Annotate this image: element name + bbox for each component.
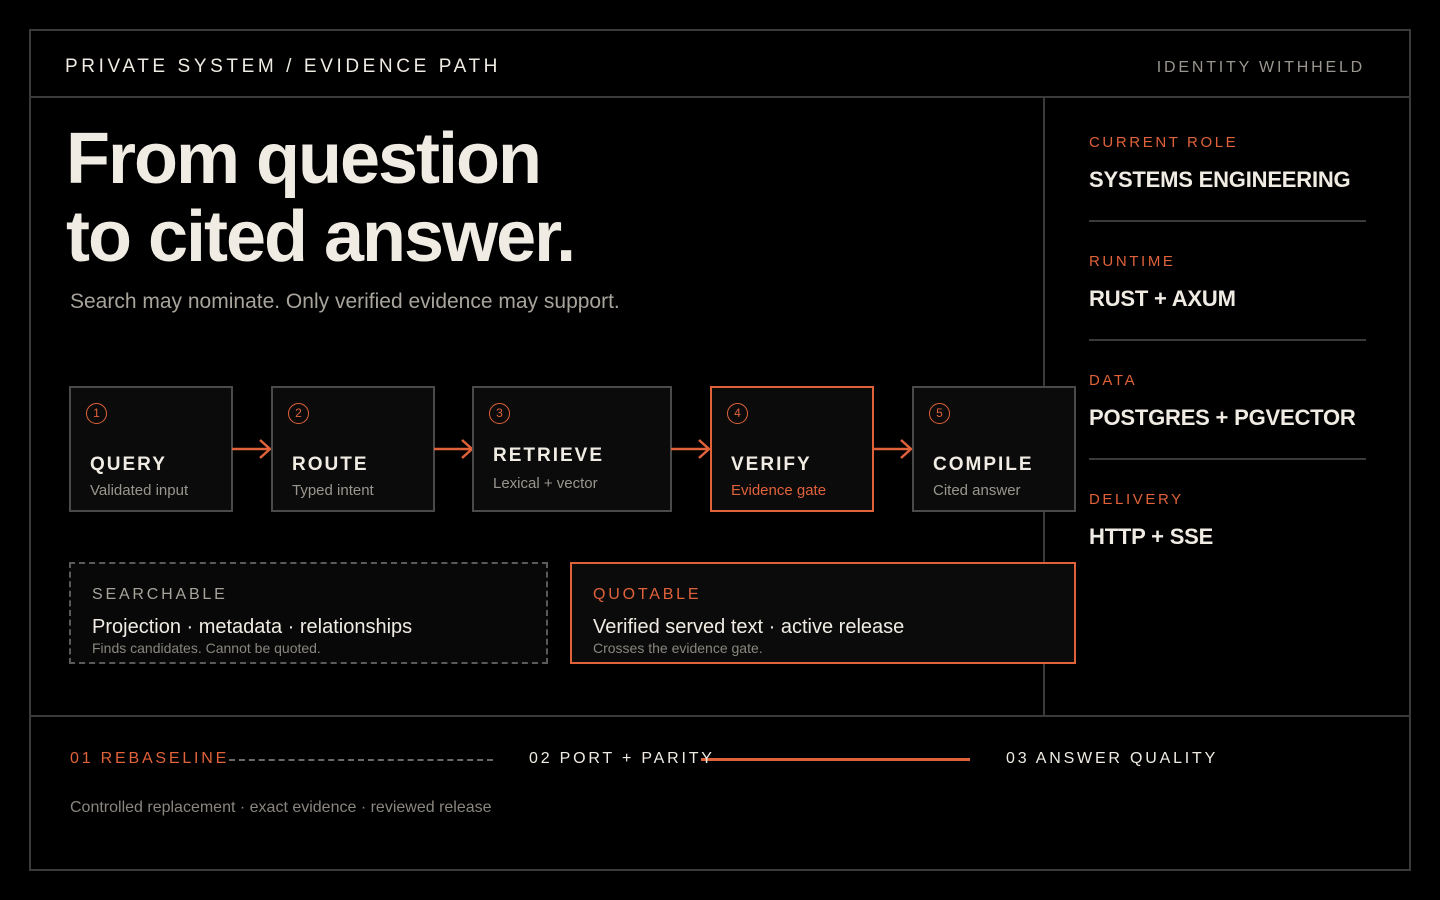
sidebar-role: CURRENT ROLE SYSTEMS ENGINEERING <box>1089 134 1366 193</box>
quotable-panel: QUOTABLE Verified served text · active r… <box>570 562 1076 664</box>
header-title: PRIVATE SYSTEM / EVIDENCE PATH <box>65 56 501 77</box>
header-divider <box>29 96 1411 98</box>
arrow-right-icon <box>232 439 272 459</box>
step-number-badge: 2 <box>288 403 309 424</box>
sidebar-label: DELIVERY <box>1089 491 1184 508</box>
quotable-sub: Crosses the evidence gate. <box>593 640 763 656</box>
hero-subtitle: Search may nominate. Only verified evide… <box>70 290 620 313</box>
step-name: ROUTE <box>292 454 369 475</box>
step-verify: 4 VERIFY Evidence gate <box>710 386 874 512</box>
sidebar-data: DATA POSTGRES + PGVECTOR <box>1089 372 1366 431</box>
step-retrieve: 3 RETRIEVE Lexical + vector <box>472 386 672 512</box>
step-number-badge: 5 <box>929 403 950 424</box>
sidebar-value: HTTP + SSE <box>1089 524 1214 549</box>
sidebar-label: RUNTIME <box>1089 253 1176 270</box>
step-compile: 5 COMPILE Cited answer <box>912 386 1076 512</box>
sidebar-value: SYSTEMS ENGINEERING <box>1089 167 1351 192</box>
arrow-right-icon <box>873 439 913 459</box>
step-description: Lexical + vector <box>493 475 598 492</box>
quotable-title: QUOTABLE <box>593 586 702 603</box>
phase-solid-connector <box>701 758 970 761</box>
hero-line-2: to cited answer. <box>66 197 576 277</box>
phase-port-parity: 02 PORT + PARITY <box>529 750 715 767</box>
step-description: Evidence gate <box>731 482 827 499</box>
arrow-right-icon <box>434 439 474 459</box>
sidebar-delivery: DELIVERY HTTP + SSE <box>1089 491 1366 550</box>
sidebar-label: DATA <box>1089 372 1138 389</box>
sidebar-label: CURRENT ROLE <box>1089 134 1239 151</box>
hero-line-1: From question <box>66 119 542 199</box>
sidebar-value: POSTGRES + PGVECTOR <box>1089 405 1356 430</box>
sidebar-runtime: RUNTIME RUST + AXUM <box>1089 253 1366 312</box>
step-number-badge: 3 <box>489 403 510 424</box>
sidebar-separator <box>1089 339 1366 341</box>
sidebar-value: RUST + AXUM <box>1089 286 1236 311</box>
step-name: RETRIEVE <box>493 445 605 466</box>
step-description: Cited answer <box>933 482 1021 499</box>
step-name: COMPILE <box>933 454 1034 475</box>
searchable-title: SEARCHABLE <box>92 586 228 603</box>
step-number-badge: 1 <box>86 403 107 424</box>
quotable-main: Verified served text · active release <box>593 616 905 638</box>
header-identity: IDENTITY WITHHELD <box>1156 59 1365 76</box>
hero-headline: From question to cited answer. <box>66 119 576 277</box>
step-name: QUERY <box>90 454 167 475</box>
searchable-main: Projection · metadata · relationships <box>92 616 413 638</box>
phase-answer-quality: 03 ANSWER QUALITY <box>1006 750 1219 767</box>
arrow-right-icon <box>671 439 711 459</box>
sidebar-separator <box>1089 220 1366 222</box>
phase-footnote: Controlled replacement · exact evidence … <box>70 799 492 816</box>
phase-dashed-connector <box>229 759 493 761</box>
step-description: Validated input <box>90 482 189 499</box>
step-query: 1 QUERY Validated input <box>69 386 233 512</box>
step-route: 2 ROUTE Typed intent <box>271 386 435 512</box>
step-description: Typed intent <box>292 482 374 499</box>
step-name: VERIFY <box>731 454 812 475</box>
searchable-panel: SEARCHABLE Projection · metadata · relat… <box>69 562 548 664</box>
sidebar-separator <box>1089 458 1366 460</box>
footer-divider <box>29 715 1411 717</box>
step-number-badge: 4 <box>727 403 748 424</box>
searchable-sub: Finds candidates. Cannot be quoted. <box>92 640 321 656</box>
phase-rebaseline: 01 REBASELINE <box>70 750 230 767</box>
